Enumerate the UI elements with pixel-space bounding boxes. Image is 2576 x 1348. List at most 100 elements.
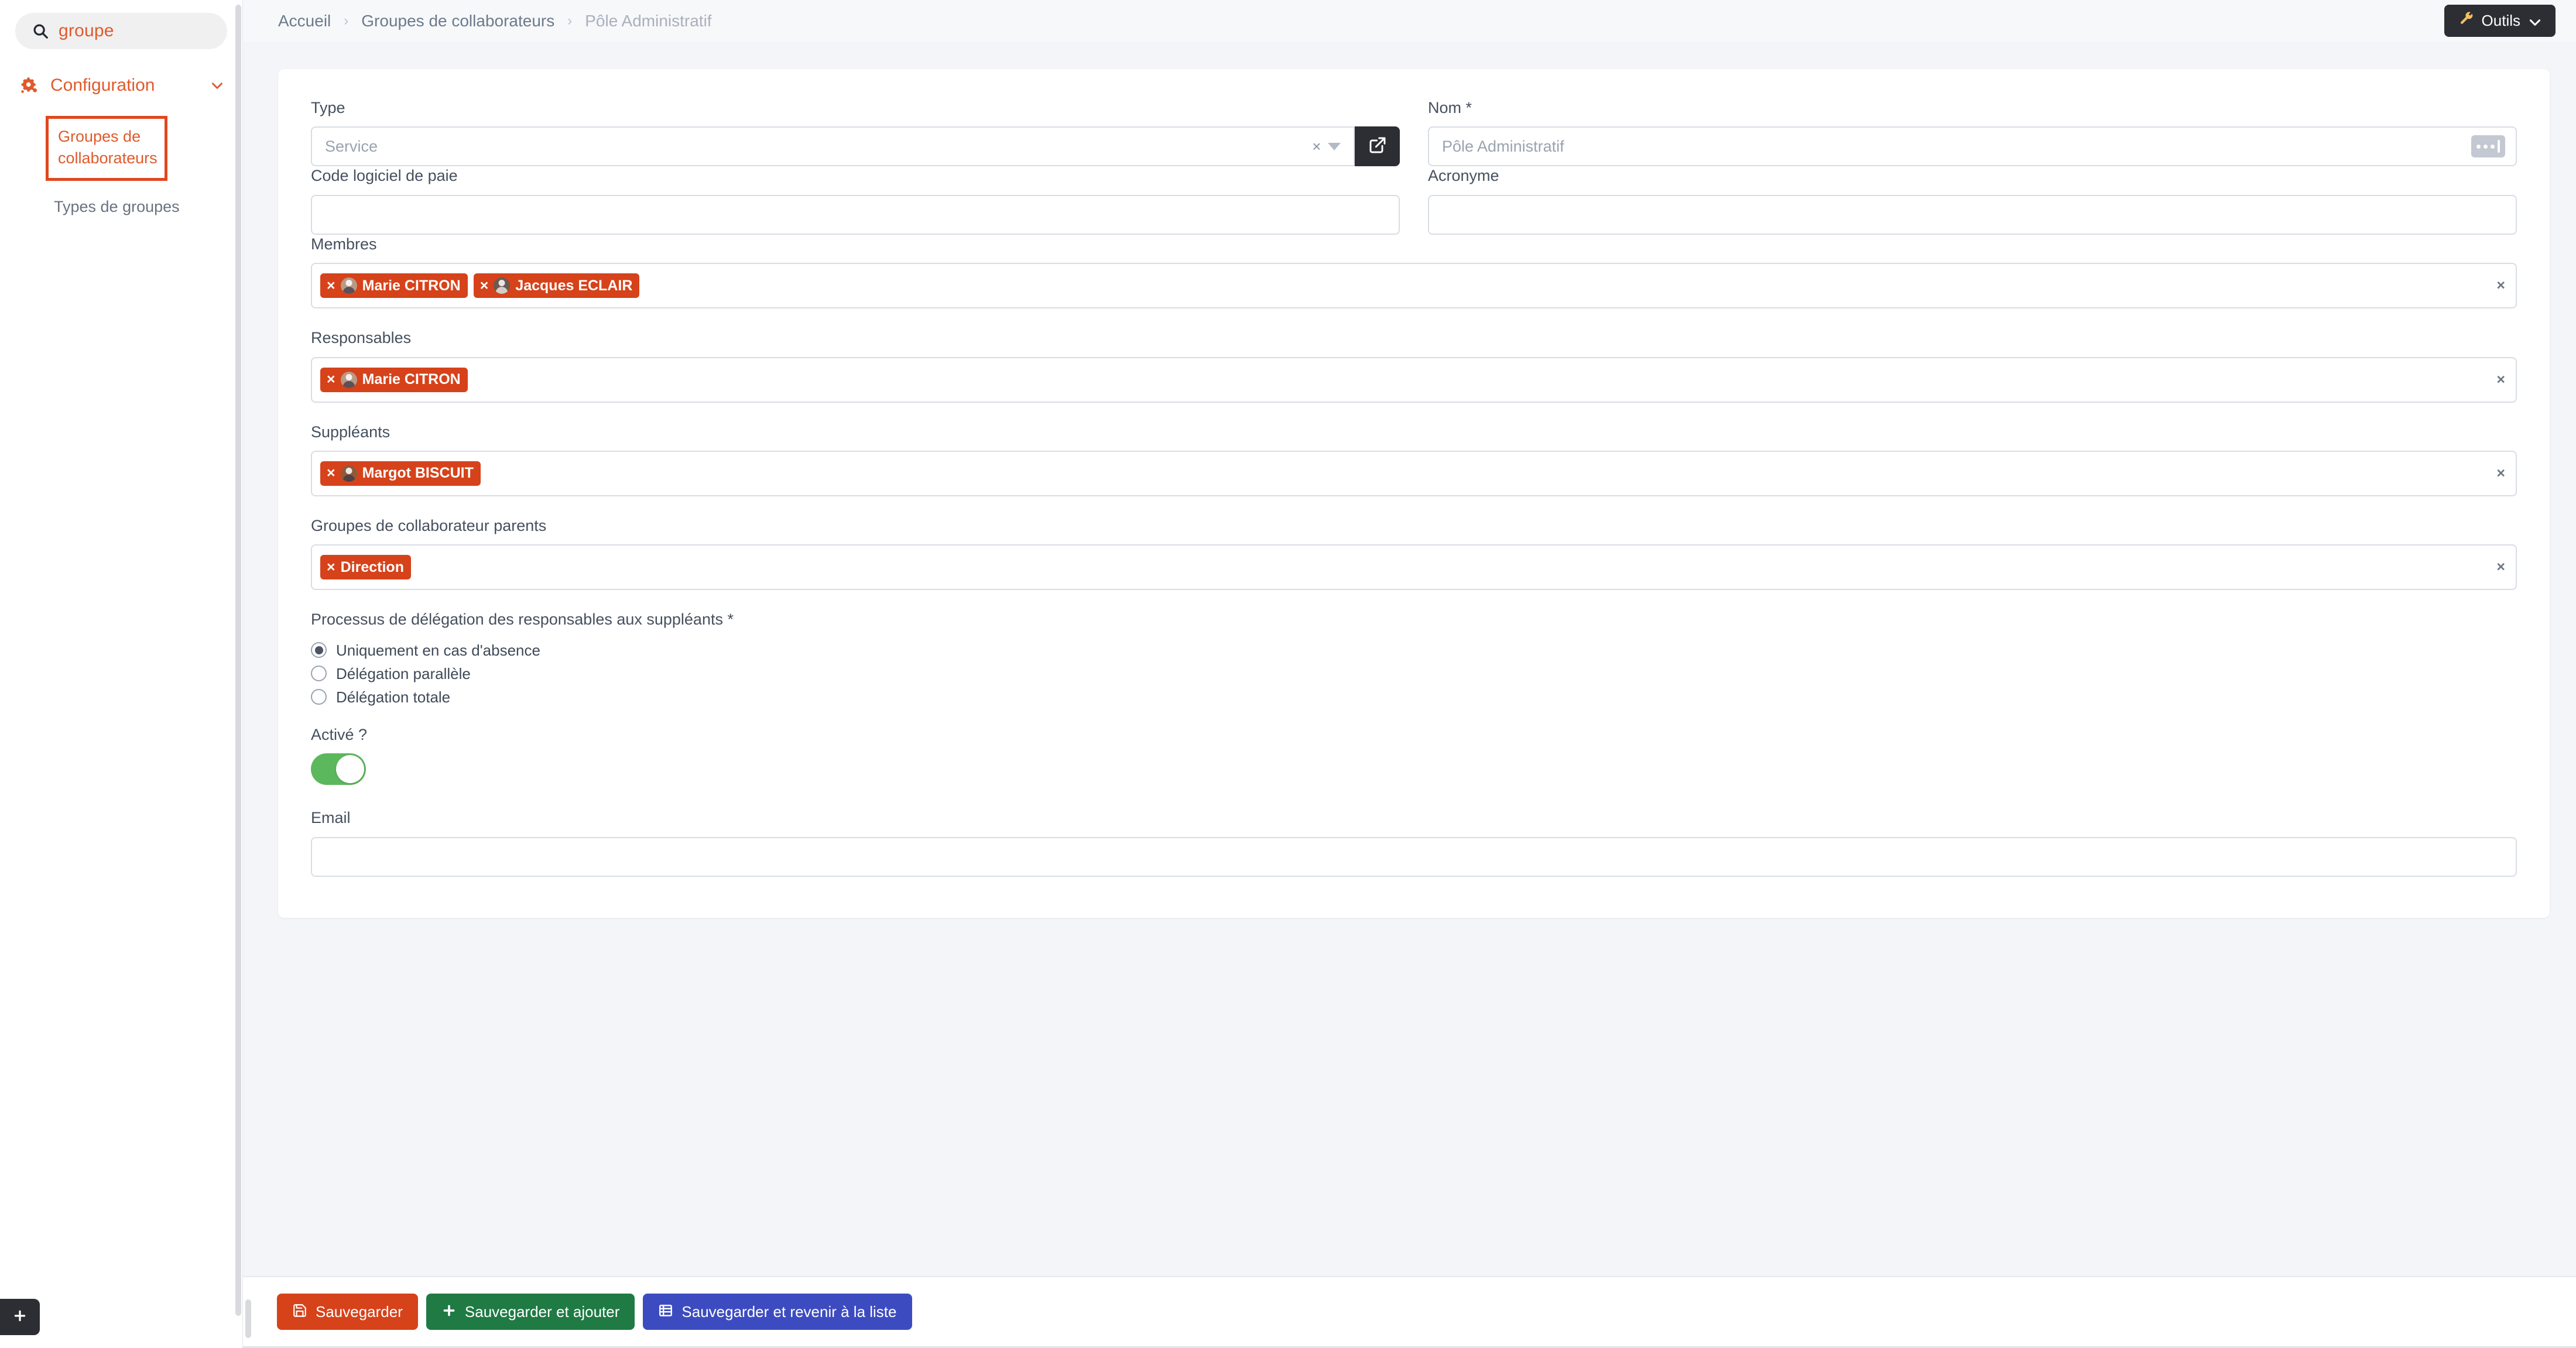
field-type-label: Type	[311, 99, 345, 116]
search-icon	[32, 22, 49, 40]
clear-icon[interactable]: ×	[1312, 139, 1321, 154]
type-select-controls: ×	[1312, 139, 1341, 154]
tools-button-label: Outils	[2481, 12, 2520, 29]
delegation-radio-group: Uniquement en cas d'absence Délégation p…	[311, 639, 2517, 709]
active-toggle[interactable]	[311, 753, 366, 786]
field-code-paie-label: Code logiciel de paie	[311, 167, 458, 185]
breadcrumb: Accueil › Groupes de collaborateurs › Pô…	[278, 12, 712, 30]
field-responsables-label: Responsables	[311, 329, 412, 347]
membres-tag-input[interactable]: × Marie CITRON × Jacques ECLAIR ×	[311, 263, 2517, 309]
clear-all-icon[interactable]: ×	[2496, 466, 2505, 481]
avatar	[340, 277, 357, 294]
field-delegation: Processus de délégation des responsables…	[311, 610, 2517, 708]
field-email: Email	[311, 808, 2517, 877]
clear-all-icon[interactable]: ×	[2496, 278, 2505, 293]
tag-label: Marie CITRON	[362, 371, 461, 388]
list-icon	[658, 1303, 673, 1320]
field-groupes-parents: Groupes de collaborateur parents × Direc…	[311, 516, 2517, 591]
radio-option-delegation-parallele[interactable]: Délégation parallèle	[311, 662, 2517, 685]
sidebar-section-configuration[interactable]: Configuration	[0, 61, 242, 110]
avatar	[340, 465, 357, 482]
topbar: Accueil › Groupes de collaborateurs › Pô…	[243, 0, 2576, 42]
email-input[interactable]	[311, 836, 2517, 877]
breadcrumb-separator: ›	[567, 13, 573, 29]
field-active: Activé ?	[311, 725, 2517, 786]
open-type-external-button[interactable]	[1355, 126, 1400, 167]
main-area: Accueil › Groupes de collaborateurs › Pô…	[243, 0, 2576, 1348]
tag-item[interactable]: × Margot BISCUIT	[320, 461, 481, 486]
field-responsables: Responsables × Marie CITRON ×	[311, 328, 2517, 403]
save-button-label: Sauvegarder	[316, 1303, 403, 1320]
breadcrumb-item-groupes[interactable]: Groupes de collaborateurs	[361, 12, 554, 30]
field-membres: Membres × Marie CITRON × Jacques ECLAIR …	[311, 235, 2517, 309]
tag-remove-icon[interactable]: ×	[327, 466, 335, 481]
field-groupes-parents-label: Groupes de collaborateur parents	[311, 516, 547, 534]
type-select[interactable]: Service ×	[311, 126, 1355, 167]
tag-item[interactable]: × Marie CITRON	[320, 367, 468, 392]
sidebar-subnav: Groupes de collaborateurs Types de group…	[0, 116, 242, 218]
field-suppleants-label: Suppléants	[311, 423, 390, 441]
toggle-knob	[336, 755, 364, 784]
radio-icon[interactable]	[311, 689, 327, 705]
form-card: Type Service × Nom * Pôle Administratif …	[278, 69, 2550, 918]
chevron-down-icon	[2527, 15, 2541, 28]
avatar	[494, 277, 511, 294]
tag-label: Direction	[340, 558, 404, 575]
search-input[interactable]: groupe	[15, 13, 227, 49]
plus-icon	[12, 1308, 28, 1326]
tag-item[interactable]: × Jacques ECLAIR	[473, 273, 640, 299]
tag-remove-icon[interactable]: ×	[327, 372, 335, 387]
tag-remove-icon[interactable]: ×	[480, 278, 489, 293]
radio-label: Délégation parallèle	[336, 664, 471, 682]
groupes-parents-tag-input[interactable]: × Direction ×	[311, 544, 2517, 591]
plus-icon	[441, 1303, 457, 1320]
sidebar-scrollbar[interactable]	[235, 5, 241, 1316]
suppleants-tag-input[interactable]: × Margot BISCUIT ×	[311, 450, 2517, 496]
responsables-tag-input[interactable]: × Marie CITRON ×	[311, 356, 2517, 403]
nom-input[interactable]: Pôle Administratif	[1428, 126, 2517, 167]
sidebar-item-types-de-groupes[interactable]: Types de groupes	[54, 196, 242, 218]
sidebar: groupe Configuration Groupes de collabor…	[0, 0, 243, 1348]
chevron-down-icon	[210, 78, 225, 93]
sidebar-item-label: Groupes de collaborateurs	[58, 128, 157, 167]
add-button[interactable]	[0, 1299, 40, 1335]
radio-option-uniquement-absence[interactable]: Uniquement en cas d'absence	[311, 639, 2517, 662]
field-acronyme-label: Acronyme	[1428, 167, 1499, 185]
tag-remove-icon[interactable]: ×	[327, 560, 335, 575]
clear-all-icon[interactable]: ×	[2496, 372, 2505, 387]
gear-icon	[19, 76, 39, 95]
field-active-label: Activé ?	[311, 725, 368, 743]
radio-icon[interactable]	[311, 666, 327, 682]
breadcrumb-separator: ›	[344, 13, 349, 29]
field-email-label: Email	[311, 809, 351, 827]
tag-item[interactable]: × Direction	[320, 555, 411, 580]
save-and-add-button-label: Sauvegarder et ajouter	[464, 1303, 620, 1320]
nom-input-placeholder: Pôle Administratif	[1442, 137, 1564, 155]
tools-button[interactable]: Outils	[2444, 5, 2556, 37]
field-type: Type Service ×	[311, 98, 1400, 167]
chevron-down-icon[interactable]	[1328, 142, 1341, 150]
save-and-add-button[interactable]: Sauvegarder et ajouter	[426, 1294, 635, 1330]
save-button[interactable]: Sauvegarder	[277, 1294, 418, 1330]
tag-label: Marie CITRON	[362, 277, 461, 294]
save-and-return-button[interactable]: Sauvegarder et revenir à la liste	[643, 1294, 912, 1330]
search-input-value: groupe	[59, 21, 114, 40]
sidebar-section-label: Configuration	[50, 76, 155, 95]
sidebar-item-groupes-de-collaborateurs[interactable]: Groupes de collaborateurs	[46, 116, 167, 181]
radio-icon[interactable]	[311, 642, 327, 658]
field-suppleants: Suppléants × Margot BISCUIT ×	[311, 423, 2517, 496]
radio-option-delegation-totale[interactable]: Délégation totale	[311, 685, 2517, 709]
tag-item[interactable]: × Marie CITRON	[320, 273, 468, 299]
app-root: groupe Configuration Groupes de collabor…	[0, 0, 2576, 1348]
main-scrollbar[interactable]	[245, 1299, 251, 1338]
tag-remove-icon[interactable]: ×	[327, 278, 335, 293]
wrench-icon	[2459, 11, 2475, 30]
ellipsis-badge-icon	[2471, 135, 2505, 158]
code-paie-input[interactable]	[311, 194, 1400, 235]
breadcrumb-item-accueil[interactable]: Accueil	[278, 12, 331, 30]
external-link-icon	[1368, 136, 1387, 157]
field-nom-label: Nom *	[1428, 99, 1472, 116]
acronyme-input[interactable]	[1428, 194, 2517, 235]
clear-all-icon[interactable]: ×	[2496, 560, 2505, 575]
radio-label: Délégation totale	[336, 688, 451, 706]
